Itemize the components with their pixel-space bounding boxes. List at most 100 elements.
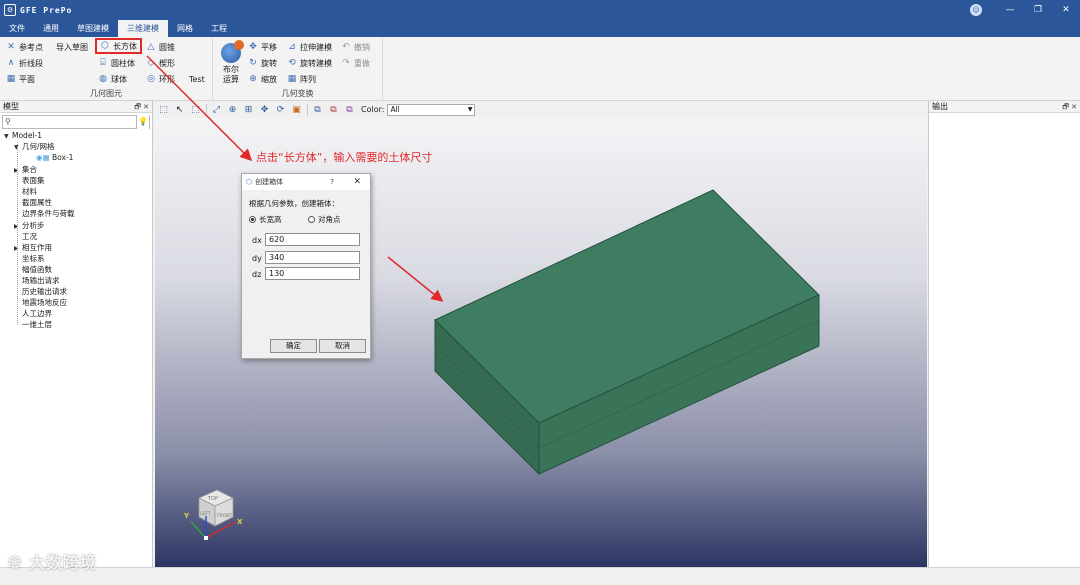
plane-button[interactable]: ▦ 平面: [6, 72, 35, 86]
cone-button[interactable]: △ 圆锥: [146, 40, 175, 54]
scale-button[interactable]: ⊕ 缩放: [248, 72, 277, 86]
pointer-icon[interactable]: ↖: [173, 104, 186, 116]
tree-item[interactable]: 历史输出请求: [22, 287, 67, 297]
dz-label: dz: [252, 270, 262, 279]
tree-item[interactable]: 截面属性: [22, 198, 52, 208]
wedge-button[interactable]: ◇ 楔形: [146, 56, 175, 70]
close-icon[interactable]: ✕: [353, 174, 361, 190]
rotate-view-icon[interactable]: ⟳: [274, 104, 287, 116]
menu-tab-project[interactable]: 工程: [202, 20, 236, 37]
cylinder-icon: ⌸: [100, 58, 106, 68]
y-axis-label: Y: [183, 512, 190, 520]
tree-item[interactable]: 人工边界: [22, 309, 52, 319]
view-iso-icon[interactable]: ⧉: [311, 104, 324, 116]
radio-checked-icon: [249, 216, 256, 223]
polyline-button[interactable]: ∧ 折线段: [6, 56, 43, 70]
app-title: GFE PrePo: [20, 5, 73, 15]
radio-diagonal-points[interactable]: 对角点: [308, 214, 341, 225]
y-axis: [190, 521, 207, 539]
dy-label: dy: [252, 254, 262, 263]
test-button[interactable]: Test: [189, 72, 205, 86]
tree-item[interactable]: 一维土层: [22, 320, 52, 330]
wedge-icon: ◇: [147, 58, 155, 68]
menu-tab-general[interactable]: 通用: [34, 20, 68, 37]
box-select-icon[interactable]: ⬚: [157, 104, 170, 116]
panel-pin-close-icons[interactable]: 🗗 ✕: [134, 101, 149, 113]
render-mode-icon[interactable]: ▣: [290, 104, 303, 116]
tree-item[interactable]: 表面集: [22, 176, 45, 186]
tree-item[interactable]: 工况: [22, 232, 37, 242]
array-button[interactable]: ▦ 阵列: [287, 72, 316, 86]
cancel-button[interactable]: 取消: [319, 339, 366, 353]
color-select[interactable]: All ▼: [387, 103, 476, 116]
zoom-window-icon[interactable]: ⊞: [242, 104, 255, 116]
menu-tab-mesh[interactable]: 网格: [168, 20, 202, 37]
box-button[interactable]: ⬡ 长方体: [95, 38, 142, 54]
view-cube[interactable]: TOP FRONT LEFT X Y: [183, 489, 243, 540]
minimize-icon[interactable]: —: [996, 5, 1024, 15]
sphere-button[interactable]: ◍ 球体: [98, 72, 127, 86]
model-panel-header: 模型 🗗 ✕: [0, 101, 152, 113]
select-mode-icon[interactable]: ⬚: [189, 104, 202, 116]
translate-button[interactable]: ✥ 平移: [248, 40, 277, 54]
ribbon-group-label: 几何图元: [90, 89, 122, 98]
import-sketch-button[interactable]: 导入草图: [56, 40, 88, 54]
tree-root[interactable]: ▼ Model-1: [4, 131, 42, 142]
tree-item[interactable]: 坐标系: [22, 254, 45, 264]
close-window-icon[interactable]: ✕: [1052, 5, 1080, 15]
extrude-button[interactable]: ⊿ 拉伸建模: [287, 40, 332, 54]
tree-item[interactable]: 幅值函数: [22, 265, 52, 275]
tree-connector: [17, 142, 18, 325]
restore-icon[interactable]: ❐: [1024, 5, 1052, 15]
user-avatar-icon[interactable]: ☺: [970, 4, 982, 16]
extrude-icon: ⊿: [288, 42, 296, 52]
filter-icon[interactable]: 💡: [136, 115, 149, 129]
view-cube-front-label: FRONT: [217, 513, 233, 519]
panel-pin-close-icons[interactable]: 🗗 ✕: [1062, 101, 1077, 113]
radio-dimensions[interactable]: 长宽高: [249, 214, 282, 225]
zoom-fit-icon[interactable]: ⤢: [210, 104, 223, 116]
tree-item-box[interactable]: ◉▦ Box-1: [36, 153, 73, 163]
menu-tab-3d-modeling[interactable]: 三维建模: [118, 20, 168, 37]
dx-input[interactable]: 620: [265, 233, 360, 246]
revolve-button[interactable]: ⟲ 旋转建模: [287, 56, 332, 70]
zoom-in-icon[interactable]: ⊕: [226, 104, 239, 116]
ok-button[interactable]: 确定: [270, 339, 317, 353]
dy-input[interactable]: 340: [265, 251, 360, 264]
rotate-button[interactable]: ↻ 旋转: [248, 56, 277, 70]
menu-tab-file[interactable]: 文件: [0, 20, 34, 37]
ribbon-group-transform: 布尔运算 ✥ 平移 ↻ 旋转 ⊕ 缩放 ⊿ 拉伸建模 ⟲ 旋转建模 ▦ 阵列 ↶ 撤销 ↷ 重做…: [213, 37, 383, 101]
search-icon: ⚲: [5, 117, 11, 126]
dialog-description: 根据几何参数，创建箱体：: [249, 199, 339, 208]
menu-tab-sketch[interactable]: 草图建模: [68, 20, 118, 37]
menu-bar: 文件 通用 草图建模 三维建模 网格 工程: [0, 20, 1080, 37]
redo-button[interactable]: ↷ 重做: [341, 56, 370, 70]
view-cube-top-label: TOP: [207, 496, 218, 502]
cylinder-button[interactable]: ⌸ 圆柱体: [98, 56, 135, 70]
title-bar: ⚙ GFE PrePo ☺ — ❐ ✕: [0, 0, 1080, 20]
pan-icon[interactable]: ✥: [258, 104, 271, 116]
undo-button[interactable]: ↶ 撤销: [341, 40, 370, 54]
tree-item[interactable]: 地震场地反应: [22, 298, 67, 308]
boolean-button[interactable]: 布尔运算: [219, 40, 244, 85]
move-icon: ✥: [249, 42, 257, 52]
view-side-icon[interactable]: ⧉: [343, 104, 356, 116]
ref-point-button[interactable]: ✕ 参考点: [6, 40, 43, 54]
dz-input[interactable]: 130: [265, 267, 360, 280]
torus-icon: ◎: [147, 74, 155, 84]
revolve-icon: ⟲: [288, 58, 296, 68]
tree-item[interactable]: 材料: [22, 187, 37, 197]
torus-button[interactable]: ◎ 环形: [146, 72, 175, 86]
box-icon: ⬡: [246, 178, 253, 186]
tree-item[interactable]: ▶ 分析步: [14, 221, 45, 232]
output-panel: 输出 🗗 ✕: [928, 101, 1080, 567]
watermark: ❂ 大数跨境: [8, 553, 97, 572]
tree-item[interactable]: 场输出请求: [22, 276, 60, 286]
tree-search-input[interactable]: ⚲ 💡: [2, 115, 150, 129]
status-bar: [0, 567, 1080, 585]
tree-item[interactable]: ▶ 相互作用: [14, 243, 52, 254]
help-button[interactable]: ?: [330, 174, 334, 190]
view-front-icon[interactable]: ⧉: [327, 104, 340, 116]
tree-item-geometry[interactable]: ▼ 几何/网格: [14, 142, 55, 153]
tree-item[interactable]: 边界条件与荷载: [22, 209, 75, 219]
